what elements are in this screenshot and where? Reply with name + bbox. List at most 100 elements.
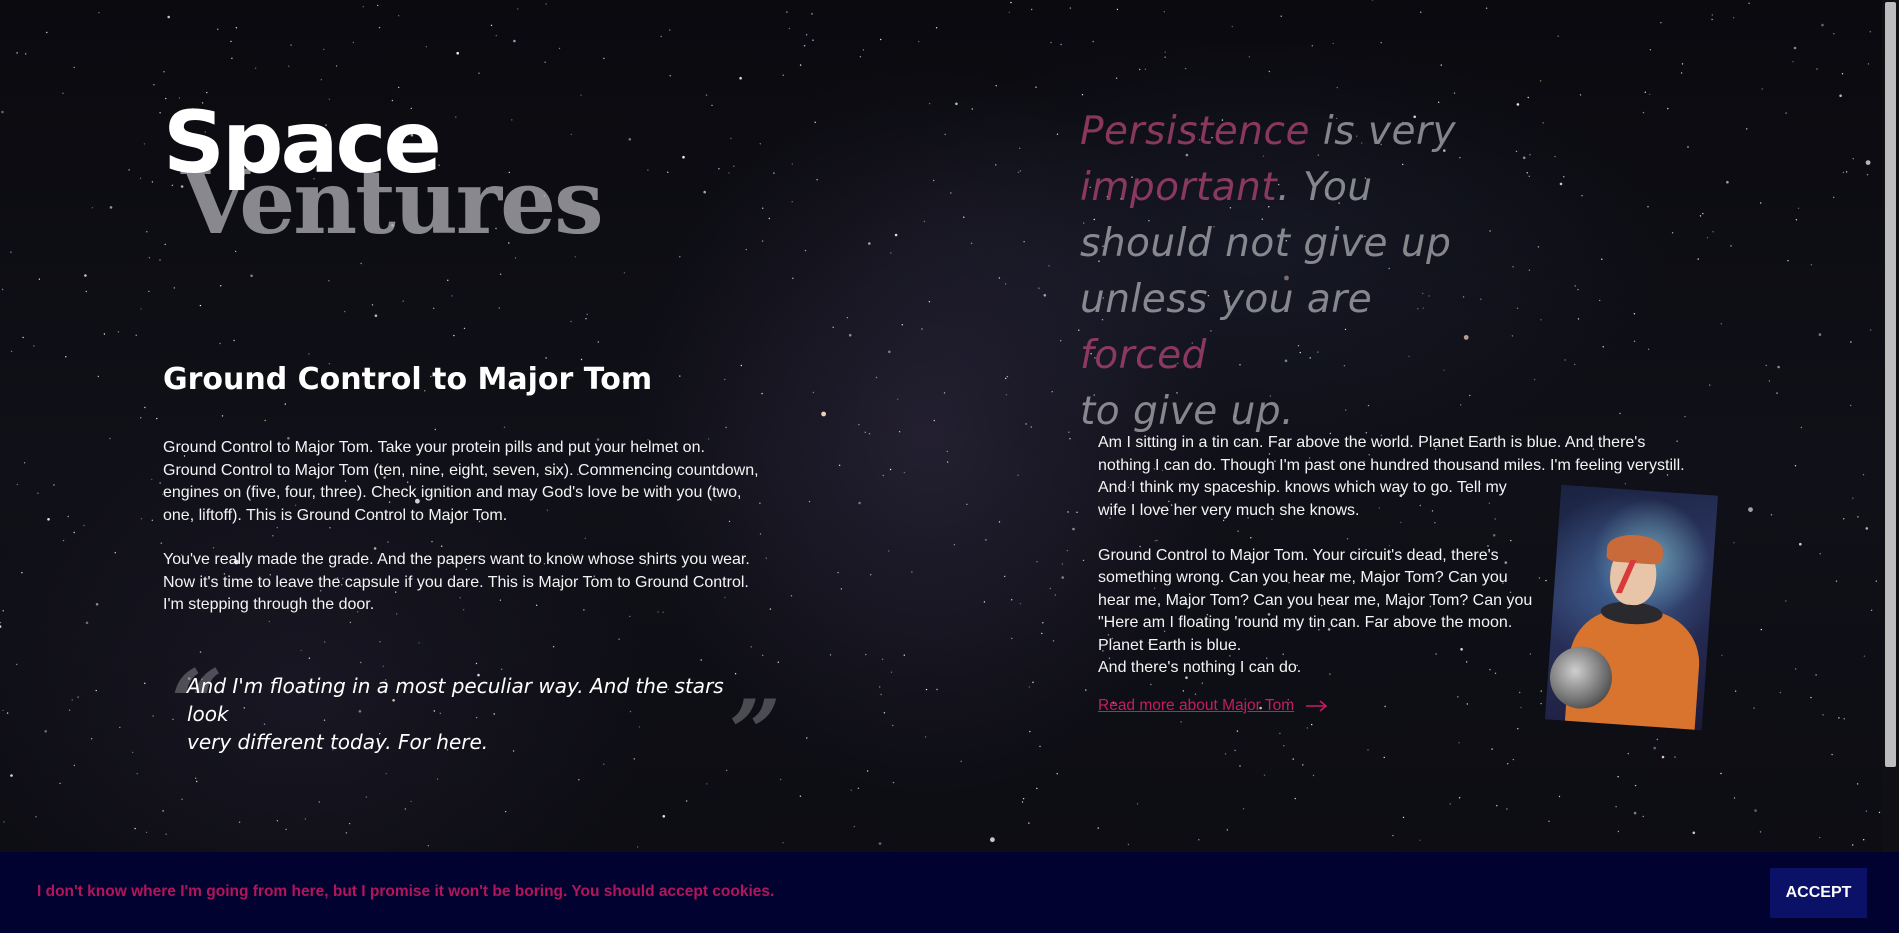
star: [1785, 600, 1787, 602]
star: [1036, 561, 1038, 563]
star: [398, 15, 400, 17]
star: [901, 324, 903, 326]
star: [329, 527, 331, 529]
star: [761, 392, 763, 395]
star: [1721, 654, 1723, 657]
star: [1458, 797, 1461, 799]
read-more-link[interactable]: Read more about Major Tom: [1098, 697, 1328, 715]
star: [879, 686, 881, 688]
star: [290, 44, 292, 46]
star: [866, 770, 869, 772]
star: [882, 474, 884, 477]
star: [1, 288, 4, 291]
star: [349, 621, 352, 624]
star: [805, 34, 808, 36]
star: [1022, 798, 1025, 800]
star: [498, 307, 500, 309]
star: [971, 108, 973, 110]
star: [898, 431, 901, 433]
star: [160, 542, 162, 544]
star: [1056, 133, 1059, 135]
star: [950, 192, 952, 194]
star: [995, 164, 997, 166]
star: [1226, 829, 1229, 831]
star: [812, 39, 814, 41]
star: [935, 27, 938, 29]
star: [1069, 438, 1071, 440]
star: [998, 277, 1001, 279]
star: [238, 821, 241, 823]
star: [811, 13, 813, 15]
star: [1516, 307, 1519, 309]
star: [1647, 206, 1649, 208]
star: [679, 375, 681, 377]
star: [628, 138, 632, 141]
star: [1076, 511, 1078, 513]
scrollbar-thumb[interactable]: [1885, 2, 1896, 767]
star: [318, 801, 320, 803]
star: [837, 571, 839, 574]
star: [946, 461, 949, 463]
star: [434, 428, 436, 431]
star: [233, 339, 235, 342]
star: [1420, 11, 1422, 13]
star: [109, 206, 113, 209]
star: [1011, 599, 1013, 601]
star: [1005, 377, 1007, 380]
star: [456, 51, 460, 55]
star: [1038, 287, 1040, 289]
page-scrollbar[interactable]: [1882, 0, 1899, 933]
star: [759, 533, 762, 535]
accept-cookies-button[interactable]: ACCEPT: [1770, 868, 1867, 918]
star: [231, 57, 233, 59]
quote-segment: unless you are: [1080, 277, 1373, 322]
read-more-label: Read more about Major Tom: [1098, 697, 1295, 714]
star: [1029, 730, 1031, 733]
star: [584, 537, 586, 539]
star: [1496, 805, 1498, 807]
star: [195, 777, 197, 779]
star: [990, 837, 995, 843]
star: [859, 56, 862, 58]
star: [95, 689, 97, 692]
star: [1527, 96, 1529, 99]
star: [1869, 329, 1872, 331]
star: [933, 419, 935, 422]
star: [1770, 514, 1773, 516]
star: [862, 49, 865, 51]
star: [1843, 518, 1845, 520]
star: [490, 24, 493, 26]
star: [788, 27, 791, 30]
star: [570, 133, 572, 136]
star: [95, 603, 99, 606]
star: [71, 699, 73, 701]
star: [1577, 288, 1579, 291]
star: [1402, 816, 1405, 819]
star: [1537, 246, 1540, 248]
star: [1056, 773, 1058, 775]
star: [848, 333, 852, 337]
star: [792, 277, 794, 279]
star: [1236, 730, 1239, 732]
star: [924, 736, 927, 738]
star: [1702, 212, 1704, 215]
star: [623, 272, 626, 274]
star: [1042, 622, 1044, 624]
star: [762, 207, 764, 209]
star: [1280, 15, 1282, 17]
star: [1833, 33, 1835, 35]
star: [933, 179, 935, 182]
star: [883, 712, 886, 714]
star: [1684, 415, 1686, 418]
star: [1797, 207, 1800, 209]
star: [1533, 378, 1536, 381]
star: [1, 110, 4, 114]
star: [1615, 806, 1617, 808]
star: [1019, 147, 1021, 149]
star: [1198, 839, 1200, 841]
star: [544, 61, 546, 63]
star: [892, 724, 894, 727]
star: [1050, 41, 1052, 44]
star: [944, 133, 946, 136]
star: [1730, 245, 1732, 247]
